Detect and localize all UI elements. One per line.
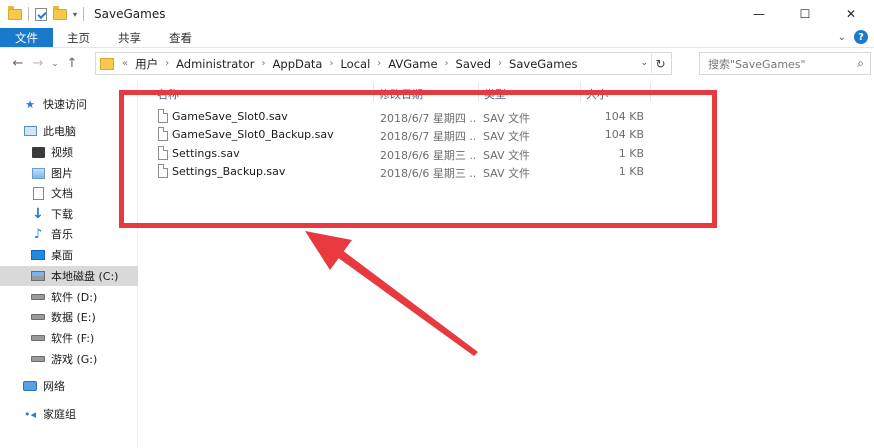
- sidebar-item-homegroup[interactable]: •◂ 家庭组: [0, 404, 138, 424]
- chevron-right-icon[interactable]: ›: [445, 58, 449, 69]
- sidebar-item-label: 网络: [43, 380, 65, 393]
- address-bar[interactable]: « 用户 › Administrator › AppData › Local ›…: [95, 52, 672, 75]
- recent-locations-icon[interactable]: ⌄: [48, 59, 62, 69]
- download-icon: ↓: [32, 206, 44, 222]
- sidebar-item-label: 视频: [51, 146, 73, 159]
- breadcrumb: « 用户 › Administrator › AppData › Local ›…: [118, 56, 578, 72]
- expand-ribbon-icon[interactable]: ⌄: [838, 32, 846, 43]
- window-title: SaveGames: [94, 7, 166, 21]
- arrow-shaft: [330, 244, 478, 356]
- crumb-users[interactable]: 用户: [135, 56, 158, 72]
- chevron-right-icon[interactable]: ›: [498, 58, 502, 69]
- search-placeholder: 搜索"SaveGames": [708, 57, 806, 71]
- star-icon: ★: [25, 97, 35, 111]
- sidebar-item-label: 文档: [51, 187, 73, 200]
- sidebar-item-label: 游戏 (G:): [51, 353, 98, 366]
- back-arrow-icon[interactable]: ←: [8, 56, 28, 71]
- drive-icon: [30, 331, 46, 345]
- sidebar-item-this-pc[interactable]: 此电脑: [0, 121, 138, 141]
- sidebar-item-videos[interactable]: 视频: [0, 142, 138, 162]
- tab-view[interactable]: 查看: [155, 28, 206, 47]
- drive-icon: [30, 352, 46, 366]
- navigation-pane: ★ 快速访问 此电脑 视频 图片 文档 ↓ 下载 ♪ 音乐 桌面 本地磁盘 (C…: [0, 80, 138, 448]
- divider: [28, 7, 29, 21]
- search-box[interactable]: 搜索"SaveGames" ⌕: [699, 52, 871, 75]
- quick-access-toolbar: ▾: [0, 5, 85, 21]
- sidebar-item-label: 家庭组: [43, 408, 76, 421]
- up-arrow-icon[interactable]: ↑: [62, 56, 82, 71]
- forward-arrow-icon[interactable]: →: [28, 56, 48, 71]
- crumb-savegames[interactable]: SaveGames: [509, 57, 577, 71]
- sidebar-item-documents[interactable]: 文档: [0, 183, 138, 203]
- documents-icon: [30, 186, 46, 200]
- chevron-right-icon[interactable]: ›: [377, 58, 381, 69]
- sidebar-item-pictures[interactable]: 图片: [0, 163, 138, 183]
- tab-share[interactable]: 共享: [104, 28, 155, 47]
- tab-home[interactable]: 主页: [53, 28, 104, 47]
- sidebar-item-label: 数据 (E:): [51, 311, 96, 324]
- search-icon[interactable]: ⌕: [857, 56, 864, 71]
- pictures-icon: [30, 166, 46, 180]
- new-folder-icon[interactable]: [53, 5, 67, 20]
- minimize-button[interactable]: —: [736, 0, 782, 28]
- drive-c-icon: [30, 269, 46, 283]
- folder-icon: [100, 57, 114, 70]
- customize-toolbar-icon[interactable]: ▾: [73, 10, 77, 19]
- divider: [83, 7, 85, 21]
- sidebar-item-label: 音乐: [51, 228, 73, 241]
- sidebar-item-drive-g[interactable]: 游戏 (G:): [0, 349, 138, 369]
- sidebar-item-label: 桌面: [51, 249, 73, 262]
- chevron-right-icon[interactable]: ›: [165, 58, 169, 69]
- sidebar-item-label: 下载: [51, 208, 73, 221]
- maximize-button[interactable]: ☐: [782, 0, 828, 28]
- window-controls: — ☐ ✕: [736, 0, 874, 28]
- sidebar-item-drive-e[interactable]: 数据 (E:): [0, 307, 138, 327]
- chevron-right-icon[interactable]: ›: [329, 58, 333, 69]
- desktop-icon: [30, 248, 46, 262]
- sidebar-item-label: 软件 (F:): [51, 332, 95, 345]
- sidebar-item-label: 软件 (D:): [51, 291, 98, 304]
- network-icon: [22, 379, 38, 393]
- properties-icon[interactable]: [35, 7, 47, 21]
- title-bar: ▾ SaveGames — ☐ ✕: [0, 0, 874, 28]
- drive-icon: [30, 310, 46, 324]
- overflow-crumbs-icon[interactable]: «: [122, 58, 128, 69]
- chevron-right-icon[interactable]: ›: [262, 58, 266, 69]
- sidebar-item-quick-access[interactable]: ★ 快速访问: [0, 94, 138, 114]
- sidebar-item-music[interactable]: ♪ 音乐: [0, 224, 138, 244]
- ribbon-tabs: 文件 主页 共享 查看 ⌄ ?: [0, 28, 874, 48]
- sidebar-item-label: 快速访问: [43, 98, 87, 111]
- music-icon: ♪: [33, 226, 43, 242]
- video-icon: [30, 145, 46, 159]
- sidebar-item-label: 图片: [51, 167, 73, 180]
- help-icon[interactable]: ?: [854, 30, 868, 44]
- pc-icon: [22, 124, 38, 138]
- crumb-avgame[interactable]: AVGame: [388, 57, 437, 71]
- sidebar-item-label: 本地磁盘 (C:): [51, 270, 119, 283]
- folder-icon[interactable]: [8, 5, 22, 20]
- sidebar-item-drive-c[interactable]: 本地磁盘 (C:): [0, 266, 138, 286]
- crumb-saved[interactable]: Saved: [456, 57, 492, 71]
- crumb-appdata[interactable]: AppData: [273, 57, 323, 71]
- sidebar-item-desktop[interactable]: 桌面: [0, 245, 138, 265]
- chevron-down-icon[interactable]: ⌄: [640, 58, 648, 68]
- navigation-bar: ← → ⌄ ↑ « 用户 › Administrator › AppData ›…: [0, 49, 874, 78]
- drive-icon: [30, 290, 46, 304]
- highlight-box: [119, 90, 717, 228]
- sidebar-item-drive-d[interactable]: 软件 (D:): [0, 287, 138, 307]
- crumb-local[interactable]: Local: [340, 57, 370, 71]
- tab-file[interactable]: 文件: [0, 28, 53, 47]
- arrow-head: [305, 231, 352, 270]
- sidebar-item-downloads[interactable]: ↓ 下载: [0, 204, 138, 224]
- sidebar-item-network[interactable]: 网络: [0, 376, 138, 396]
- sidebar-item-drive-f[interactable]: 软件 (F:): [0, 328, 138, 348]
- close-button[interactable]: ✕: [828, 0, 874, 28]
- refresh-icon[interactable]: ↻: [651, 54, 669, 73]
- sidebar-item-label: 此电脑: [43, 125, 76, 138]
- homegroup-icon: •◂: [23, 407, 36, 421]
- crumb-administrator[interactable]: Administrator: [176, 57, 254, 71]
